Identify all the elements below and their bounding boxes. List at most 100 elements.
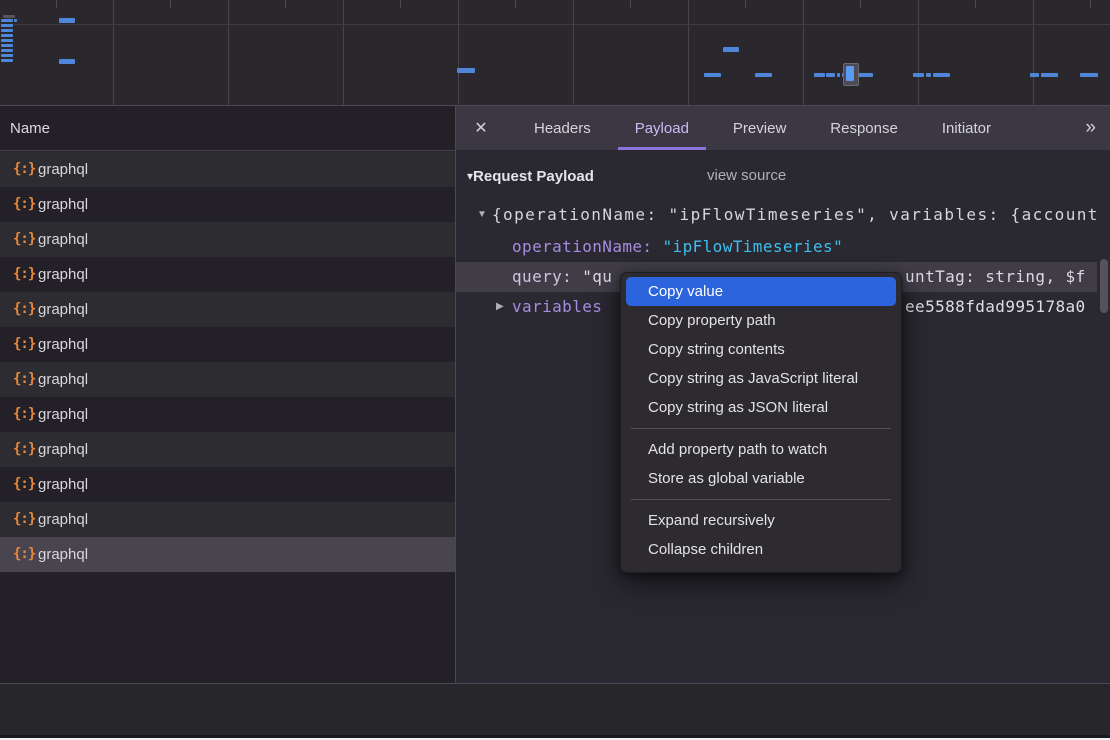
more-tabs-icon[interactable]: » <box>1085 106 1094 150</box>
table-row[interactable]: {:}graphql <box>0 397 455 432</box>
request-bar <box>1 24 13 27</box>
table-row[interactable]: {:}graphql <box>0 327 455 362</box>
table-row[interactable]: {:}graphql <box>0 432 455 467</box>
context-menu: Copy valueCopy property pathCopy string … <box>620 272 902 573</box>
request-bar <box>14 19 17 22</box>
variables-preview-fragment: ee5588fdad995178a0 <box>905 292 1086 322</box>
timeline-minor-tick <box>285 0 286 8</box>
request-name: graphql <box>38 362 88 397</box>
request-bar <box>1 19 13 22</box>
summary-bar <box>0 684 1110 736</box>
json-braces-icon: {:} <box>13 327 35 362</box>
request-payload-section-header[interactable]: ▾Request Payload <box>467 166 594 186</box>
menu-item-store-as-global-variable[interactable]: Store as global variable <box>626 464 896 493</box>
request-name: graphql <box>38 187 88 222</box>
view-source-link[interactable]: view source <box>707 166 786 186</box>
table-row[interactable]: {:}graphql <box>0 257 455 292</box>
request-bar <box>1 49 13 52</box>
timeline-minor-tick <box>745 0 746 8</box>
timeline-minor-tick <box>170 0 171 8</box>
timeline-gridline <box>1033 0 1034 105</box>
menu-item-collapse-children[interactable]: Collapse children <box>626 535 896 564</box>
table-row[interactable]: {:}graphql <box>0 362 455 397</box>
table-row[interactable]: {:}graphql <box>0 152 455 187</box>
request-name: graphql <box>38 467 88 502</box>
menu-item-copy-string-contents[interactable]: Copy string contents <box>626 335 896 364</box>
json-braces-icon: {:} <box>13 362 35 397</box>
table-row[interactable]: {:}graphql <box>0 187 455 222</box>
scrollbar-thumb[interactable] <box>1100 259 1108 313</box>
menu-item-copy-string-as-json-literal[interactable]: Copy string as JSON literal <box>626 393 896 422</box>
property-value-left: "qu <box>582 267 612 286</box>
request-bar <box>457 68 475 73</box>
json-braces-icon: {:} <box>13 397 35 432</box>
devtools-network-panel: Name {:}graphql{:}graphql{:}graphql{:}gr… <box>0 0 1110 740</box>
menu-separator <box>631 499 891 500</box>
table-row[interactable]: {:}graphql <box>0 467 455 502</box>
selected-request-bar <box>846 66 854 81</box>
json-braces-icon: {:} <box>13 257 35 292</box>
request-name: graphql <box>38 432 88 467</box>
tab-response[interactable]: Response <box>813 106 915 150</box>
panel-divider[interactable] <box>455 106 456 738</box>
tab-initiator[interactable]: Initiator <box>925 106 1008 150</box>
table-row[interactable]: {:}graphql <box>0 502 455 537</box>
request-bar <box>814 73 825 77</box>
json-braces-icon: {:} <box>13 222 35 257</box>
payload-root-preview: {operationName: "ipFlowTimeseries", vari… <box>492 205 1099 224</box>
request-bar <box>926 73 931 77</box>
property-key: query: <box>512 267 582 286</box>
timeline-gridline <box>228 0 229 105</box>
payload-operationname-row[interactable]: operationName: "ipFlowTimeseries" <box>456 232 1110 262</box>
table-row[interactable]: {:}graphql <box>0 222 455 257</box>
request-bar <box>1 39 13 42</box>
table-row[interactable]: {:}graphql <box>0 537 455 572</box>
json-braces-icon: {:} <box>13 502 35 537</box>
json-braces-icon: {:} <box>13 467 35 502</box>
request-bar <box>913 73 924 77</box>
name-column-header[interactable]: Name <box>10 106 50 151</box>
requests-table: {:}graphql{:}graphql{:}graphql{:}graphql… <box>0 152 455 572</box>
request-payload-title: Request Payload <box>473 168 594 185</box>
json-braces-icon: {:} <box>13 292 35 327</box>
menu-item-copy-property-path[interactable]: Copy property path <box>626 306 896 335</box>
table-row[interactable]: {:}graphql <box>0 292 455 327</box>
timeline-gridline <box>918 0 919 105</box>
request-bar <box>1041 73 1058 77</box>
request-bar-gray <box>3 15 15 18</box>
menu-item-expand-recursively[interactable]: Expand recursively <box>626 506 896 535</box>
request-bar <box>837 73 840 77</box>
payload-root-row[interactable]: {operationName: "ipFlowTimeseries", vari… <box>456 200 1110 230</box>
request-bar <box>1080 73 1098 77</box>
json-braces-icon: {:} <box>13 187 35 222</box>
request-bar <box>723 47 739 52</box>
timeline-minor-tick <box>56 0 57 8</box>
menu-item-copy-value[interactable]: Copy value <box>626 277 896 306</box>
request-name: graphql <box>38 502 88 537</box>
network-overview-timeline[interactable] <box>0 0 1110 106</box>
property-key: variables <box>512 297 602 316</box>
request-bar <box>1 59 13 62</box>
json-braces-icon: {:} <box>13 537 35 572</box>
property-key: operationName: <box>512 237 652 256</box>
json-braces-icon: {:} <box>13 432 35 467</box>
tab-payload[interactable]: Payload <box>618 106 706 150</box>
request-bar <box>59 59 75 64</box>
timeline-minor-tick <box>975 0 976 8</box>
request-bar <box>704 73 721 77</box>
request-name: graphql <box>38 152 88 187</box>
request-bar <box>1 44 13 47</box>
request-bar <box>933 73 950 77</box>
timeline-minor-tick <box>860 0 861 8</box>
request-bar <box>59 18 75 23</box>
tab-headers[interactable]: Headers <box>517 106 608 150</box>
request-name: graphql <box>38 537 88 572</box>
request-bar <box>1 34 13 37</box>
request-name: graphql <box>38 257 88 292</box>
tab-preview[interactable]: Preview <box>716 106 803 150</box>
menu-item-add-property-path-to-watch[interactable]: Add property path to watch <box>626 435 896 464</box>
menu-item-copy-string-as-javascript-literal[interactable]: Copy string as JavaScript literal <box>626 364 896 393</box>
timeline-gridline <box>573 0 574 105</box>
close-icon[interactable]: ✕ <box>473 118 489 138</box>
request-bar <box>826 73 835 77</box>
